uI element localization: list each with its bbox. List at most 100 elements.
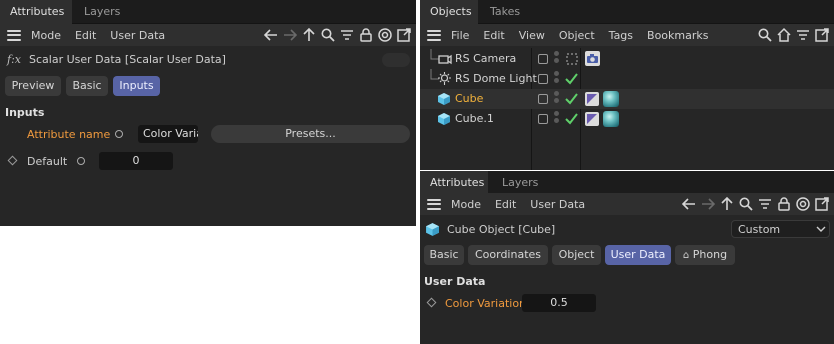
default-label: Default <box>27 155 68 168</box>
enabled-check-icon[interactable] <box>565 73 578 85</box>
header-toggle[interactable] <box>382 53 410 67</box>
up-arrow-icon[interactable] <box>301 27 317 43</box>
camera-object-icon <box>438 54 452 65</box>
layer-box-icon[interactable] <box>538 114 548 124</box>
user-data-tag-icon[interactable] <box>585 112 599 126</box>
tab-attributes[interactable]: Attributes <box>0 0 72 24</box>
search-icon[interactable] <box>757 27 773 43</box>
objects-tabbar: Objects Takes <box>420 0 834 24</box>
color-variation-input[interactable]: 0.5 <box>522 294 596 312</box>
forward-arrow-icon[interactable] <box>700 196 716 212</box>
default-value-input[interactable]: 0 <box>99 152 173 170</box>
tab-layers[interactable]: Layers <box>74 0 130 24</box>
left-attributes-panel: Attributes Layers Mode Edit User Data f:… <box>0 0 416 226</box>
filter-icon[interactable] <box>339 27 355 43</box>
left-tabbar: Attributes Layers <box>0 0 416 24</box>
layer-box-icon[interactable] <box>538 94 548 104</box>
object-name: RS Camera <box>455 52 517 65</box>
object-name: Cube.1 <box>455 112 494 125</box>
attribute-name-label: Attribute name <box>27 128 111 141</box>
search-icon[interactable] <box>320 27 336 43</box>
default-animate-dot-icon[interactable] <box>77 157 85 165</box>
filter-icon[interactable] <box>757 196 773 212</box>
menu-user-data[interactable]: User Data <box>110 29 165 42</box>
layer-box-icon[interactable] <box>538 74 548 84</box>
layer-box-icon[interactable] <box>538 54 548 64</box>
tab-user-data[interactable]: User Data <box>605 245 671 265</box>
tab-takes[interactable]: Takes <box>480 0 530 24</box>
filter-icon[interactable] <box>795 27 811 43</box>
phong-icon: ⌂ <box>682 250 690 261</box>
left-menubar: Mode Edit User Data <box>0 24 416 46</box>
target-icon[interactable] <box>377 27 393 43</box>
target-icon[interactable] <box>795 196 811 212</box>
tab-layers[interactable]: Layers <box>492 171 548 195</box>
tab-basic[interactable]: Basic <box>424 245 464 265</box>
new-window-icon[interactable] <box>396 27 412 43</box>
object-row-rs-dome-light[interactable]: RS Dome Light <box>420 69 834 89</box>
menu-object[interactable]: Object <box>559 29 595 42</box>
right-menubar: Mode Edit User Data <box>420 193 834 215</box>
menu-tags[interactable]: Tags <box>609 29 633 42</box>
back-arrow-icon[interactable] <box>681 196 697 212</box>
tab-phong[interactable]: ⌂ Phong <box>675 245 735 265</box>
visibility-dots-icon[interactable] <box>554 91 560 105</box>
tab-preview[interactable]: Preview <box>5 76 61 96</box>
visibility-dots-icon[interactable] <box>554 51 560 65</box>
forward-arrow-icon[interactable] <box>282 27 298 43</box>
menu-edit[interactable]: Edit <box>75 29 96 42</box>
tab-basic[interactable]: Basic <box>66 76 108 96</box>
tab-inputs[interactable]: Inputs <box>113 76 160 96</box>
menu-edit[interactable]: Edit <box>483 29 504 42</box>
light-object-icon <box>438 72 451 85</box>
keyframe-diamond-icon[interactable] <box>7 155 18 166</box>
material-tag-icon[interactable] <box>603 111 619 127</box>
visibility-dots-icon[interactable] <box>554 111 560 125</box>
hamburger-menu-icon[interactable] <box>7 29 21 41</box>
right-tabbar: Attributes Layers <box>420 171 834 195</box>
presets-button[interactable]: Presets... <box>211 125 410 143</box>
menu-bookmarks[interactable]: Bookmarks <box>647 29 708 42</box>
object-name: Cube <box>455 92 484 105</box>
tab-coordinates[interactable]: Coordinates <box>468 245 548 265</box>
object-row-cube-1[interactable]: Cube.1 <box>420 109 834 129</box>
mode-dropdown[interactable]: Custom <box>731 220 830 238</box>
home-icon[interactable] <box>776 27 792 43</box>
lock-icon[interactable] <box>776 196 792 212</box>
cube-object-icon <box>426 223 439 236</box>
color-variation-label: Color Variation <box>445 297 527 310</box>
menu-user-data[interactable]: User Data <box>530 198 585 211</box>
menu-file[interactable]: File <box>451 29 469 42</box>
user-data-tag-icon[interactable] <box>585 92 599 106</box>
tab-objects[interactable]: Objects <box>420 0 478 24</box>
render-dashed-icon[interactable] <box>566 53 578 65</box>
material-tag-icon[interactable] <box>603 91 619 107</box>
new-window-icon[interactable] <box>814 196 830 212</box>
object-title: Cube Object [Cube] <box>447 223 556 236</box>
tab-object[interactable]: Object <box>552 245 601 265</box>
search-icon[interactable] <box>738 196 754 212</box>
enabled-check-icon[interactable] <box>565 93 578 105</box>
up-arrow-icon[interactable] <box>719 196 735 212</box>
keyframe-diamond-icon[interactable] <box>426 297 437 308</box>
menu-mode[interactable]: Mode <box>31 29 61 42</box>
object-name: RS Dome Light <box>455 72 537 85</box>
camera-tag-icon[interactable] <box>585 51 600 66</box>
visibility-dots-icon[interactable] <box>554 71 560 85</box>
objects-panel: Objects Takes File Edit View Object Tags… <box>420 0 834 170</box>
hamburger-menu-icon[interactable] <box>427 198 441 210</box>
new-window-icon[interactable] <box>814 27 830 43</box>
menu-view[interactable]: View <box>519 29 545 42</box>
tab-attributes[interactable]: Attributes <box>420 171 488 195</box>
hamburger-menu-icon[interactable] <box>427 29 441 41</box>
back-arrow-icon[interactable] <box>263 27 279 43</box>
right-attributes-panel: Attributes Layers Mode Edit User Data Cu… <box>420 171 834 344</box>
lock-icon[interactable] <box>358 27 374 43</box>
menu-mode[interactable]: Mode <box>451 198 481 211</box>
animate-dot-icon[interactable] <box>115 130 123 138</box>
object-row-cube[interactable]: Cube <box>420 89 834 109</box>
object-row-rs-camera[interactable]: RS Camera <box>420 49 834 69</box>
enabled-check-icon[interactable] <box>565 113 578 125</box>
menu-edit[interactable]: Edit <box>495 198 516 211</box>
attribute-name-input[interactable]: Color Varia <box>138 125 198 143</box>
